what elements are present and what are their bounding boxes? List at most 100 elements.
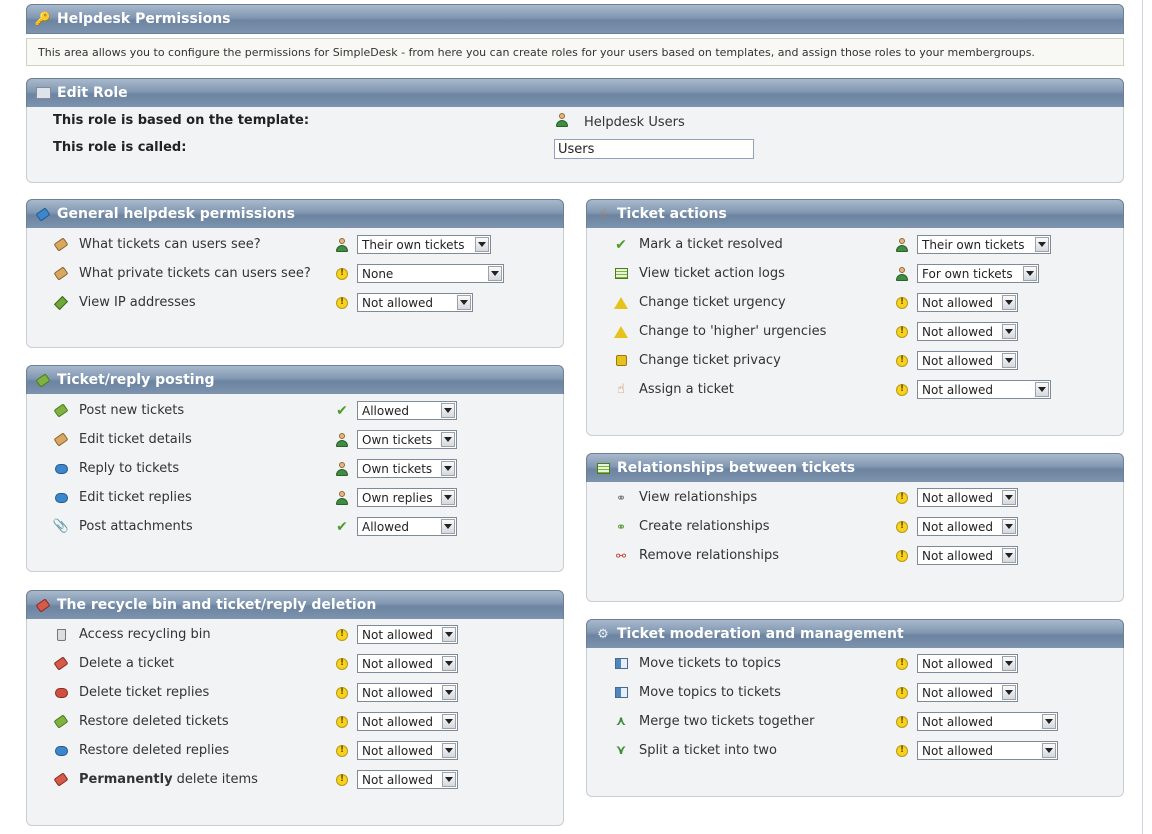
perm-row: Restore deleted replies ! Not allowed xyxy=(27,736,563,765)
chevron-down-icon[interactable] xyxy=(488,266,502,281)
perm-label: View IP addresses xyxy=(79,295,196,310)
perm-select-value: Not allowed xyxy=(362,714,434,729)
chevron-down-icon[interactable] xyxy=(442,656,456,671)
posting-header: Ticket/reply posting xyxy=(26,365,564,395)
chevron-down-icon[interactable] xyxy=(442,743,456,758)
perm-select-value: For own tickets xyxy=(922,266,1013,281)
actions-title: Ticket actions xyxy=(617,206,727,222)
perm-select[interactable]: Not allowed xyxy=(917,517,1018,536)
perm-select[interactable]: Not allowed xyxy=(357,741,458,760)
perm-select-value: Not allowed xyxy=(922,382,994,397)
chevron-down-icon[interactable] xyxy=(1035,382,1049,397)
chevron-down-icon[interactable] xyxy=(475,237,489,252)
chevron-down-icon[interactable] xyxy=(441,432,455,447)
perm-label: Restore deleted tickets xyxy=(79,714,229,729)
warning-icon: ! xyxy=(895,491,909,505)
chevron-down-icon[interactable] xyxy=(1002,548,1016,563)
perm-select[interactable]: Not allowed xyxy=(917,741,1058,760)
paperclip-icon: 📎 xyxy=(52,519,70,534)
chevron-down-icon[interactable] xyxy=(1042,743,1056,758)
perm-select[interactable]: Not allowed xyxy=(917,683,1018,702)
role-name-input[interactable] xyxy=(554,139,754,159)
perm-row: ⋎ Split a ticket into two ! Not allowed xyxy=(587,736,1123,765)
chevron-down-icon[interactable] xyxy=(1002,490,1016,505)
perm-select[interactable]: Not allowed xyxy=(357,654,458,673)
warning-icon: ! xyxy=(895,549,909,563)
chevron-down-icon[interactable] xyxy=(441,461,455,476)
chevron-down-icon[interactable] xyxy=(442,627,456,642)
perm-row: View ticket action logs For own tickets xyxy=(587,259,1123,288)
perm-label: Merge two tickets together xyxy=(639,714,815,729)
move-to-ticket-icon xyxy=(613,685,629,701)
ticket-edit-icon xyxy=(35,372,51,388)
perm-label: Delete ticket replies xyxy=(79,685,210,700)
chevron-down-icon[interactable] xyxy=(1023,266,1037,281)
chevron-down-icon[interactable] xyxy=(441,490,455,505)
perm-row: Change ticket privacy ! Not allowed xyxy=(587,346,1123,375)
perm-select[interactable]: Not allowed xyxy=(917,488,1018,507)
perm-select[interactable]: Not allowed xyxy=(357,683,458,702)
link-break-icon: ⚯ xyxy=(615,548,627,563)
role-icon xyxy=(35,85,51,101)
perm-select[interactable]: Not allowed xyxy=(917,380,1051,399)
chevron-down-icon[interactable] xyxy=(1002,295,1016,310)
perm-select[interactable]: Not allowed xyxy=(357,770,458,789)
perm-row: What tickets can users see? Their own ti… xyxy=(27,230,563,259)
chevron-down-icon[interactable] xyxy=(457,295,471,310)
perm-row: Edit ticket replies Own replies xyxy=(27,483,563,512)
chevron-down-icon[interactable] xyxy=(1002,519,1016,534)
chevron-down-icon[interactable] xyxy=(441,403,455,418)
perm-select[interactable]: Allowed xyxy=(357,401,457,420)
chevron-down-icon[interactable] xyxy=(1042,714,1056,729)
perm-select-value: Not allowed xyxy=(362,685,434,700)
chevron-down-icon[interactable] xyxy=(1002,685,1016,700)
perm-select[interactable]: Not allowed xyxy=(917,293,1018,312)
chevron-down-icon[interactable] xyxy=(1002,656,1016,671)
perm-select-value: Their own tickets xyxy=(362,237,465,252)
perm-row: View IP addresses ! Not allowed xyxy=(27,288,563,317)
relationships-title: Relationships between tickets xyxy=(617,460,856,476)
chevron-down-icon[interactable] xyxy=(1035,237,1049,252)
resolved-check-icon: ✔ xyxy=(615,236,627,253)
perm-label: Move tickets to topics xyxy=(639,656,781,671)
perm-select[interactable]: Not allowed xyxy=(917,712,1058,731)
perm-label: Post new tickets xyxy=(79,403,185,418)
chevron-down-icon[interactable] xyxy=(442,772,456,787)
scrollbar-edge[interactable] xyxy=(1142,0,1152,834)
perm-select[interactable]: Allowed xyxy=(357,517,457,536)
perm-select[interactable]: Own replies xyxy=(357,488,457,507)
restore-ticket-icon xyxy=(53,714,69,730)
perm-label: Restore deleted replies xyxy=(79,743,230,758)
perm-select[interactable]: Not allowed xyxy=(357,293,473,312)
permanent-delete-icon xyxy=(53,772,69,788)
perm-select[interactable]: Not allowed xyxy=(357,712,458,731)
perm-select[interactable]: Own tickets xyxy=(357,459,457,478)
perm-select[interactable]: Their own tickets xyxy=(917,235,1051,254)
perm-select-value: Not allowed xyxy=(922,519,994,534)
perm-select[interactable]: Not allowed xyxy=(357,625,458,644)
perm-select[interactable]: Not allowed xyxy=(917,351,1018,370)
chevron-down-icon[interactable] xyxy=(442,685,456,700)
chevron-down-icon[interactable] xyxy=(442,714,456,729)
general-permissions-title: General helpdesk permissions xyxy=(57,206,295,222)
chevron-down-icon[interactable] xyxy=(441,519,455,534)
perm-select[interactable]: For own tickets xyxy=(917,264,1039,283)
moderation-title: Ticket moderation and management xyxy=(617,626,904,642)
perm-select[interactable]: Own tickets xyxy=(357,430,457,449)
perm-select-value: Own replies xyxy=(362,490,433,505)
perm-row: Post new tickets ✔ Allowed xyxy=(27,396,563,425)
warning-icon: ! xyxy=(335,267,349,281)
chevron-down-icon[interactable] xyxy=(1002,324,1016,339)
moderation-header: ⚙ Ticket moderation and management xyxy=(586,619,1124,649)
perm-select[interactable]: Not allowed xyxy=(917,546,1018,565)
perm-select-value: Not allowed xyxy=(922,548,994,563)
chevron-down-icon[interactable] xyxy=(1002,353,1016,368)
perm-select[interactable]: None xyxy=(357,264,504,283)
perm-row: ⚭ Create relationships ! Not allowed xyxy=(587,512,1123,541)
perm-select[interactable]: Their own tickets xyxy=(357,235,491,254)
warning-icon: ! xyxy=(335,773,349,787)
perm-select-value: Their own tickets xyxy=(922,237,1025,252)
hand-icon: ☝ xyxy=(599,206,607,222)
perm-select[interactable]: Not allowed xyxy=(917,654,1018,673)
perm-select[interactable]: Not allowed xyxy=(917,322,1018,341)
